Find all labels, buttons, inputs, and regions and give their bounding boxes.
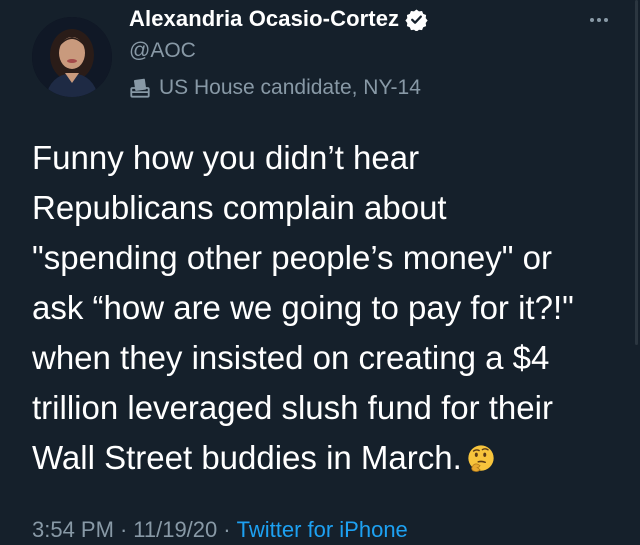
tweet-line-text: Wall Street buddies in March. xyxy=(32,439,462,476)
scrollbar[interactable] xyxy=(635,0,638,345)
avatar[interactable] xyxy=(32,17,112,97)
tweet-meta: 3:54 PM · 11/19/20 · Twitter for iPhone xyxy=(32,517,408,543)
meta-separator: · xyxy=(119,517,128,542)
more-dot-icon xyxy=(604,18,608,22)
profile-photo-icon xyxy=(32,17,112,97)
tweet-date[interactable]: 11/19/20 xyxy=(133,517,217,542)
more-dot-icon xyxy=(597,18,601,22)
tweet-line: Republicans complain about xyxy=(32,189,447,226)
tweet-line: when they insisted on creating a $4 xyxy=(32,339,550,376)
account-label-text: US House candidate, NY-14 xyxy=(159,76,421,99)
tweet-line: trillion leveraged slush fund for their xyxy=(32,389,553,426)
author-name-row[interactable]: Alexandria Ocasio-Cortez xyxy=(129,6,428,32)
more-dot-icon xyxy=(590,18,594,22)
tweet-line-last: Wall Street buddies in March. xyxy=(32,433,617,483)
tweet-source-link[interactable]: Twitter for iPhone xyxy=(237,517,408,542)
ballot-box-icon xyxy=(130,78,150,98)
author-handle[interactable]: @AOC xyxy=(129,39,196,63)
more-options-button[interactable] xyxy=(582,10,616,30)
tweet-time[interactable]: 3:54 PM xyxy=(32,517,114,542)
tweet-line: Funny how you didn’t hear xyxy=(32,139,420,176)
meta-separator: · xyxy=(223,517,231,542)
author-display-name[interactable]: Alexandria Ocasio-Cortez xyxy=(129,6,399,32)
account-label: US House candidate, NY-14 xyxy=(129,76,421,100)
thinking-face-icon xyxy=(468,445,494,472)
verified-badge-icon xyxy=(405,8,428,31)
tweet-line: "spending other people’s money" or xyxy=(32,239,552,276)
tweet-line: ask “how are we going to pay for it?!" xyxy=(32,289,574,326)
tweet-text: Funny how you didn’t hear Republicans co… xyxy=(32,133,617,483)
